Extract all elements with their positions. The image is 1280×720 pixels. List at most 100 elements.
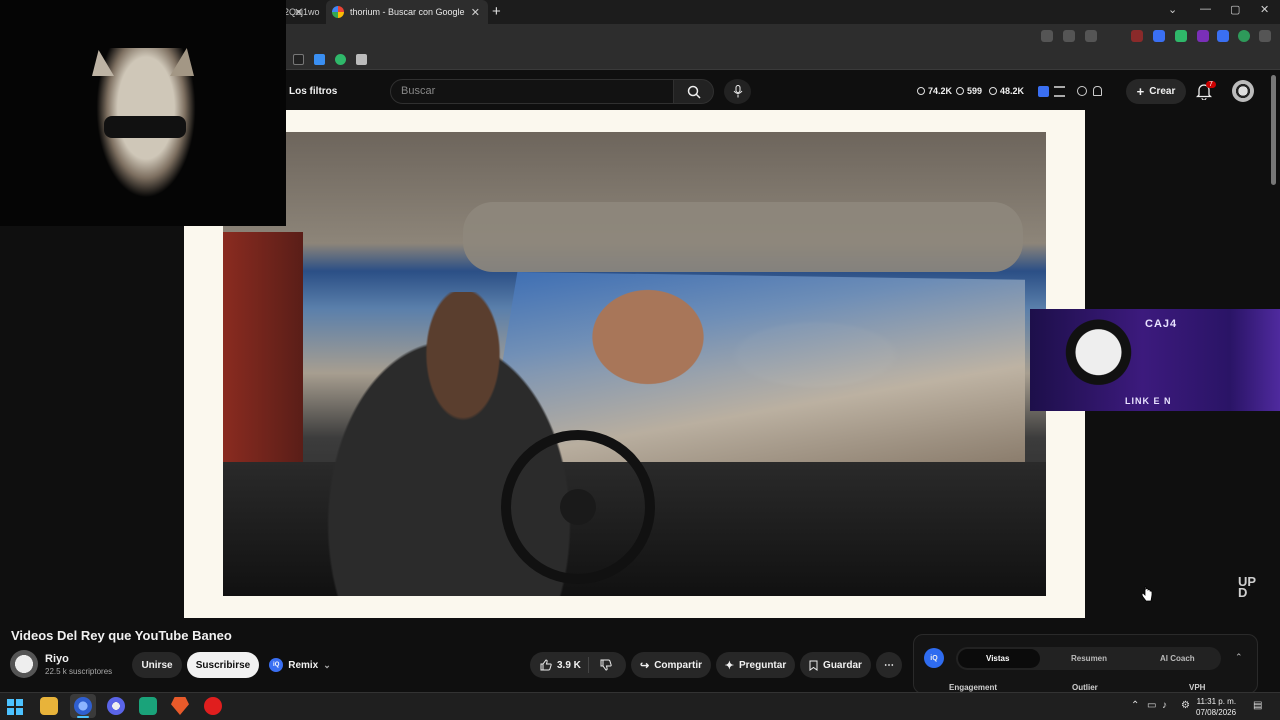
browser-tab-2[interactable]: thorium - Buscar con Google ✕: [326, 0, 488, 24]
close-window-button[interactable]: ✕: [1260, 3, 1269, 16]
remix-label: Remix: [288, 659, 319, 671]
join-button[interactable]: Unirse: [132, 652, 182, 678]
steering-wheel: [501, 430, 655, 584]
video-frame[interactable]: [223, 132, 1046, 596]
volume-icon[interactable]: ♪: [1162, 700, 1167, 711]
extension-icon[interactable]: [1175, 30, 1187, 42]
tab-vistas[interactable]: Vistas: [986, 654, 1009, 663]
extension-icon[interactable]: [1197, 30, 1209, 42]
car-visor: [463, 202, 1023, 272]
eye-icon: [956, 87, 964, 95]
thorium-browser-icon[interactable]: [74, 697, 92, 715]
stat-value: 48.2K: [1000, 86, 1025, 96]
video-title: Videos Del Rey que YouTube Baneo: [11, 628, 232, 643]
overlay-title: CAJ4: [1145, 318, 1178, 330]
microphone-icon: [733, 85, 742, 98]
search-button[interactable]: [673, 79, 714, 104]
thumbs-up-icon: [540, 659, 552, 671]
award-icon[interactable]: [1077, 86, 1087, 96]
vidiq-logo: iQ: [924, 648, 944, 668]
search-icon: [687, 85, 701, 99]
overlay-mascot: [1058, 318, 1148, 394]
bookmark-icon[interactable]: [356, 54, 367, 65]
notification-center-icon[interactable]: ▤: [1253, 700, 1262, 711]
create-label: Crear: [1149, 86, 1176, 97]
bookmark-icon[interactable]: [293, 54, 304, 65]
overlay-subtitle: LINK E N: [1125, 396, 1172, 406]
bookmark-icon: [809, 660, 818, 671]
streamer-webcam: [0, 0, 286, 226]
minimize-button[interactable]: —: [1200, 3, 1211, 15]
stat-value: 74.2K: [928, 86, 953, 96]
voice-search-button[interactable]: [724, 79, 751, 104]
ask-button[interactable]: ✦ Preguntar: [716, 652, 795, 678]
windows-start-icon[interactable]: [7, 699, 23, 715]
bell-small-icon[interactable]: [1093, 86, 1102, 96]
clock-icon: [917, 87, 925, 95]
network-icon[interactable]: ▭: [1147, 700, 1156, 711]
chatgpt-icon[interactable]: [139, 697, 157, 715]
page-scrollbar[interactable]: [1271, 75, 1276, 185]
bookmark-icon[interactable]: [335, 54, 346, 65]
taskbar-clock[interactable]: 11:31 p. m. 07/08/2026: [1196, 696, 1236, 718]
vidiq-icon[interactable]: [1038, 86, 1049, 97]
account-avatar[interactable]: [1232, 80, 1254, 102]
watermark: UP D: [1238, 575, 1256, 599]
create-button[interactable]: + Crear: [1126, 79, 1186, 104]
filters-button[interactable]: Los filtros: [289, 86, 337, 97]
notification-badge: 7: [1206, 81, 1216, 88]
tray-chevron-icon[interactable]: ⌃: [1131, 700, 1139, 711]
stat-live-views: 599: [956, 86, 982, 96]
profile-icon[interactable]: [1238, 30, 1250, 42]
column-vph: VPH: [1189, 683, 1206, 692]
youtube-icon[interactable]: [204, 697, 222, 715]
file-explorer-icon[interactable]: [40, 697, 58, 715]
save-label: Guardar: [823, 659, 862, 671]
maximize-button[interactable]: ▢: [1230, 3, 1240, 16]
new-tab-button[interactable]: +: [492, 3, 501, 20]
stat-value: 599: [967, 86, 983, 96]
menu-lines-icon[interactable]: [1054, 86, 1065, 97]
share-icon[interactable]: [1063, 30, 1075, 42]
channel-avatar[interactable]: [10, 650, 38, 678]
like-divider: [588, 657, 589, 673]
more-actions-button[interactable]: ⋯: [876, 652, 902, 678]
stat-views: 48.2K: [989, 86, 1024, 96]
tab-resumen[interactable]: Resumen: [1071, 654, 1107, 663]
share-arrow-icon: ↪: [639, 659, 650, 672]
tab-ai-coach[interactable]: AI Coach: [1160, 654, 1195, 663]
share-button[interactable]: ↪ Compartir: [631, 652, 711, 678]
clock-date: 07/08/2026: [1196, 708, 1237, 717]
save-button[interactable]: Guardar: [800, 652, 871, 678]
thumbs-down-icon[interactable]: [600, 659, 612, 671]
plus-icon: +: [1136, 84, 1145, 99]
channel-name[interactable]: Riyo: [45, 653, 69, 665]
remix-button[interactable]: iQ Remix ⌄: [264, 652, 336, 678]
eye-icon: [989, 87, 997, 95]
app-icon[interactable]: [107, 697, 125, 715]
mask-band: [104, 116, 186, 138]
url-field[interactable]: 2Qoj1wo: [284, 7, 320, 17]
search-input[interactable]: Buscar: [390, 79, 674, 104]
subscriber-count: 22.5 k suscriptores: [45, 667, 113, 676]
tab-title: thorium - Buscar con Google: [350, 7, 465, 17]
sidebar-icon[interactable]: [1217, 30, 1229, 42]
column-engagement: Engagement: [949, 683, 998, 692]
download-icon[interactable]: [1041, 30, 1053, 42]
collapse-chevron-icon[interactable]: ⌃: [1235, 652, 1243, 663]
windows-taskbar: [0, 692, 1280, 720]
raised-hand: [583, 282, 713, 392]
menu-icon[interactable]: [1259, 30, 1271, 42]
sparkle-icon: ✦: [724, 659, 734, 672]
settings-icon[interactable]: ⚙: [1181, 700, 1190, 711]
bookmark-icon[interactable]: [1085, 30, 1097, 42]
ask-label: Preguntar: [738, 659, 787, 671]
chevron-down-icon: ⌄: [323, 659, 331, 670]
extension-icon[interactable]: [1153, 30, 1165, 42]
close-tab-icon[interactable]: ✕: [471, 6, 480, 19]
subscribe-button[interactable]: Suscribirse: [187, 652, 259, 678]
tab-search-icon[interactable]: ⌄: [1168, 3, 1177, 16]
bookmark-icon[interactable]: [314, 54, 325, 65]
extension-icon[interactable]: [1131, 30, 1143, 42]
stat-watch-time: 74.2K: [917, 86, 952, 96]
